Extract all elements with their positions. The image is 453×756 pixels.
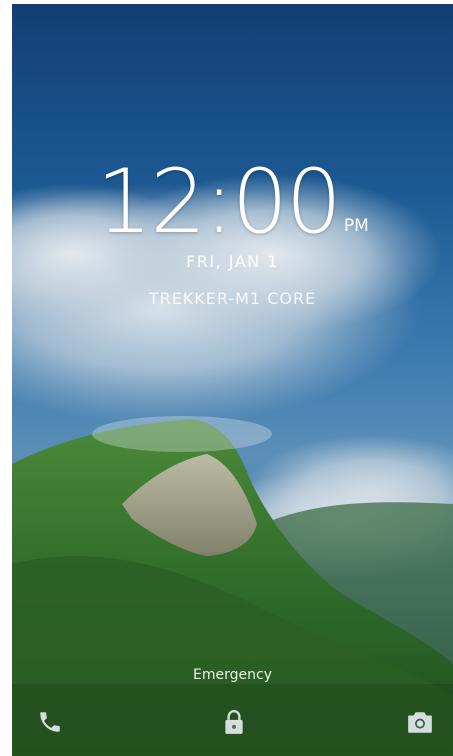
camera-icon [406, 709, 434, 740]
clock-date: FRI, JAN 1 [186, 252, 279, 271]
lock-icon [221, 708, 247, 741]
phone-button[interactable] [30, 704, 70, 744]
owner-info: TREKKER-M1 CORE [148, 289, 317, 308]
wallpaper-image [12, 4, 453, 756]
unlock-button[interactable] [214, 704, 254, 744]
clock-row: 12:00 PM [12, 154, 453, 246]
clock-time: 12:00 [96, 150, 342, 253]
camera-button[interactable] [400, 704, 440, 744]
clock-ampm: PM [343, 216, 369, 236]
emergency-call-button[interactable]: Emergency [12, 667, 453, 683]
lock-clock: 12:00 PM FRI, JAN 1 TREKKER-M1 CORE [12, 154, 453, 309]
phone-icon [37, 709, 63, 740]
lockscreen[interactable]: 12:00 PM FRI, JAN 1 TREKKER-M1 CORE Emer… [12, 4, 453, 756]
